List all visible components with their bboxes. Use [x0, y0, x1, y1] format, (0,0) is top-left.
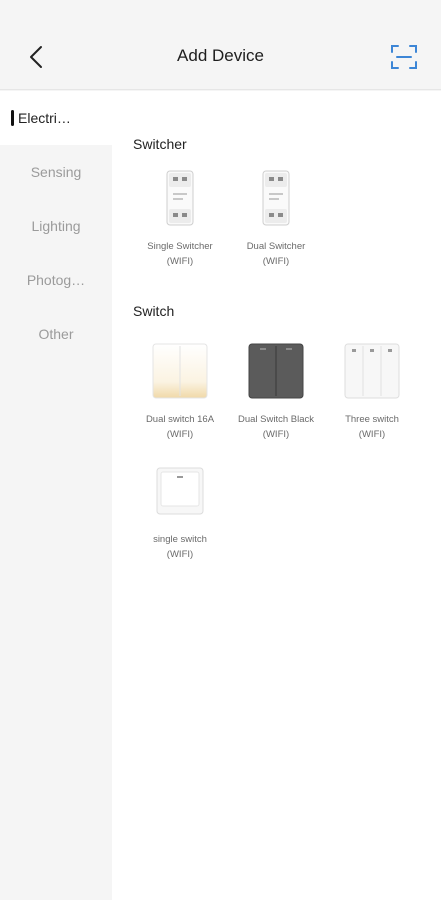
- header: Add Device: [0, 26, 441, 90]
- three-gang-switch-icon: [344, 343, 400, 399]
- status-bar: [0, 0, 441, 26]
- device-protocol: (WIFI): [166, 549, 194, 560]
- device-name: Dual switch 16A: [145, 414, 215, 425]
- chevron-left-icon: [30, 46, 42, 68]
- page-title: Add Device: [177, 46, 264, 65]
- device-name: Dual Switcher: [246, 241, 306, 252]
- sidebar-item-electrical[interactable]: Electri…: [0, 91, 112, 145]
- device-list: Switcher Single Switcher (WIFI) Dual Swi…: [112, 91, 441, 900]
- device-card-dual-switch-black[interactable]: Dual Switch Black (WIFI): [228, 340, 324, 440]
- sidebar-item-lighting[interactable]: Lighting: [0, 199, 112, 253]
- single-switch-icon: [156, 467, 204, 515]
- device-card-single-switch[interactable]: single switch (WIFI): [132, 460, 228, 560]
- scan-button[interactable]: [388, 41, 420, 73]
- device-card-dual-switcher[interactable]: Dual Switcher (WIFI): [228, 167, 324, 267]
- sidebar-item-other[interactable]: Other: [0, 307, 112, 361]
- sidebar-item-photography[interactable]: Photog…: [0, 253, 112, 307]
- relay-module-icon: [166, 170, 194, 226]
- scan-icon: [391, 45, 417, 69]
- section-title-switch: Switch: [133, 303, 175, 319]
- device-name: Dual Switch Black: [237, 414, 315, 425]
- device-protocol: (WIFI): [166, 256, 194, 267]
- device-card-dual-switch-16a[interactable]: Dual switch 16A (WIFI): [132, 340, 228, 440]
- device-card-three-switch[interactable]: Three switch (WIFI): [324, 340, 420, 440]
- device-name: single switch: [153, 534, 207, 545]
- device-card-single-switcher[interactable]: Single Switcher (WIFI): [132, 167, 228, 267]
- sidebar-item-label: Other: [38, 326, 74, 342]
- back-button[interactable]: [22, 42, 52, 72]
- sidebar-item-sensing[interactable]: Sensing: [0, 145, 112, 199]
- device-name: Single Switcher: [147, 241, 213, 252]
- relay-module-icon: [262, 170, 290, 226]
- device-protocol: (WIFI): [358, 429, 386, 440]
- section-title-switcher: Switcher: [133, 136, 187, 152]
- active-indicator: [11, 110, 14, 126]
- device-protocol: (WIFI): [166, 429, 194, 440]
- dual-white-switch-icon: [152, 343, 208, 399]
- device-name: Three switch: [345, 414, 399, 425]
- device-protocol: (WIFI): [262, 256, 290, 267]
- sidebar-item-label: Electri…: [18, 110, 71, 126]
- sidebar-item-label: Photog…: [26, 272, 86, 288]
- dual-black-switch-icon: [248, 343, 304, 399]
- category-sidebar: Electri… Sensing Lighting Photog… Other: [0, 91, 112, 900]
- device-protocol: (WIFI): [262, 429, 290, 440]
- sidebar-item-label: Lighting: [31, 218, 81, 234]
- sidebar-item-label: Sensing: [30, 164, 82, 180]
